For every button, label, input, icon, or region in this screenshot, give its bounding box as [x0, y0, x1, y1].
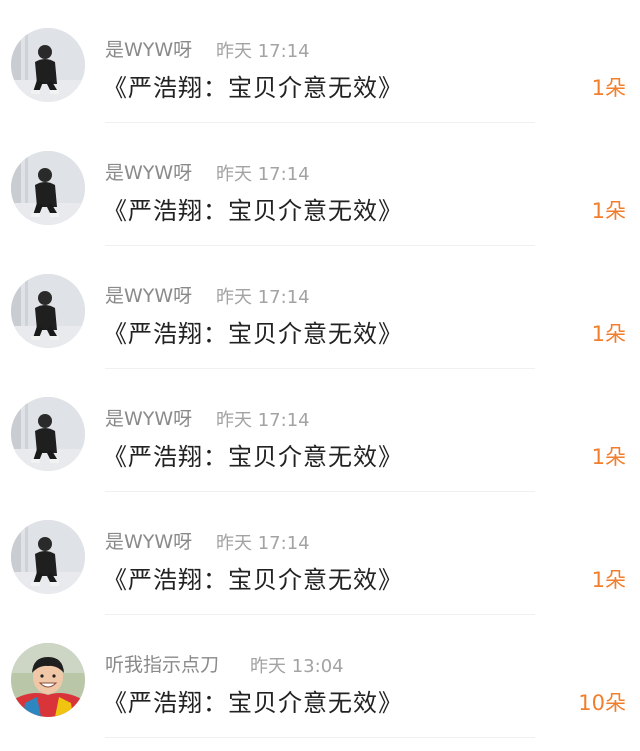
username[interactable]: 是WYW呀 [105, 35, 192, 62]
avatar[interactable] [11, 397, 85, 471]
comment-row[interactable]: 是WYW呀 昨天 17:14 《严浩翔：宝贝介意无效》 1朵 [0, 0, 640, 123]
username[interactable]: 听我指示点刀 [105, 650, 219, 677]
divider [105, 737, 535, 738]
comment-text: 《严浩翔：宝贝介意无效》 [103, 197, 403, 225]
avatar[interactable] [11, 151, 85, 225]
comment-text: 《严浩翔：宝贝介意无效》 [103, 566, 403, 594]
avatar[interactable] [11, 274, 85, 348]
comment-text: 《严浩翔：宝贝介意无效》 [103, 74, 403, 102]
comment-text: 《严浩翔：宝贝介意无效》 [103, 443, 403, 471]
timestamp: 昨天 17:14 [216, 164, 310, 185]
username[interactable]: 是WYW呀 [105, 158, 192, 185]
person-squatting-icon [11, 28, 85, 102]
person-squatting-icon [11, 274, 85, 348]
timestamp: 昨天 13:04 [250, 656, 344, 677]
flower-count[interactable]: 1朵 [592, 72, 626, 102]
flower-count[interactable]: 1朵 [592, 441, 626, 471]
flower-count[interactable]: 1朵 [592, 195, 626, 225]
comment-list: 是WYW呀 昨天 17:14 《严浩翔：宝贝介意无效》 1朵 是WYW呀 昨天 … [0, 0, 640, 751]
flower-count[interactable]: 10朵 [578, 687, 626, 717]
person-squatting-icon [11, 520, 85, 594]
flower-count[interactable]: 1朵 [592, 564, 626, 594]
username[interactable]: 是WYW呀 [105, 281, 192, 308]
person-squatting-icon [11, 397, 85, 471]
comment-text: 《严浩翔：宝贝介意无效》 [103, 689, 403, 717]
username[interactable]: 是WYW呀 [105, 404, 192, 431]
flower-count[interactable]: 1朵 [592, 318, 626, 348]
avatar[interactable] [11, 28, 85, 102]
comment-row[interactable]: 是WYW呀 昨天 17:14 《严浩翔：宝贝介意无效》 1朵 [0, 123, 640, 246]
person-squatting-icon [11, 151, 85, 225]
username[interactable]: 是WYW呀 [105, 527, 192, 554]
timestamp: 昨天 17:14 [216, 287, 310, 308]
comment-row[interactable]: 是WYW呀 昨天 17:14 《严浩翔：宝贝介意无效》 1朵 [0, 246, 640, 369]
timestamp: 昨天 17:14 [216, 533, 310, 554]
timestamp: 昨天 17:14 [216, 410, 310, 431]
timestamp: 昨天 17:14 [216, 41, 310, 62]
comment-row[interactable]: 是WYW呀 昨天 17:14 《严浩翔：宝贝介意无效》 1朵 [0, 492, 640, 615]
comment-row[interactable]: 听我指示点刀 昨天 13:04 《严浩翔：宝贝介意无效》 10朵 [0, 615, 640, 738]
comment-text: 《严浩翔：宝贝介意无效》 [103, 320, 403, 348]
avatar[interactable] [11, 520, 85, 594]
smiling-face-icon [11, 643, 85, 717]
comment-row[interactable]: 是WYW呀 昨天 17:14 《严浩翔：宝贝介意无效》 1朵 [0, 369, 640, 492]
avatar[interactable] [11, 643, 85, 717]
